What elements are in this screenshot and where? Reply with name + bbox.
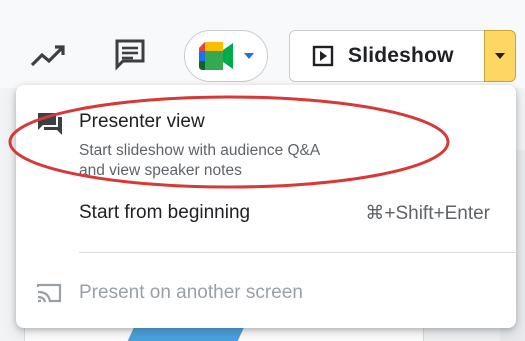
- menu-item-presenter-view[interactable]: Presenter view Start slideshow with audi…: [16, 105, 516, 183]
- slideshow-label: Slideshow: [348, 44, 454, 67]
- slide-shape: [125, 326, 245, 341]
- cast-icon: [36, 283, 62, 303]
- google-meet-icon: [199, 42, 233, 70]
- meet-button[interactable]: [184, 30, 268, 82]
- start-from-beginning-label: Start from beginning: [79, 202, 251, 223]
- menu-divider: [79, 252, 516, 253]
- slideshow-menu: Presenter view Start slideshow with audi…: [16, 85, 516, 328]
- explore-button[interactable]: [26, 38, 70, 74]
- caret-down-icon: [495, 53, 505, 59]
- trending-up-icon: [30, 45, 65, 67]
- app-stage: Slideshow Presenter view Start slideshow…: [0, 0, 525, 341]
- presenter-view-icon: [38, 113, 62, 135]
- presenter-view-description-line2: and view speaker notes: [79, 162, 242, 179]
- chevron-down-icon: [244, 53, 254, 59]
- menu-item-present-on-another-screen[interactable]: Present on another screen: [16, 273, 516, 313]
- presenter-view-label: Presenter view: [79, 111, 205, 132]
- presenter-view-description-line1: Start slideshow with audience Q&A: [79, 142, 321, 159]
- slideshow-options-button[interactable]: [484, 30, 516, 82]
- play-icon: [312, 45, 334, 67]
- comment-icon: [115, 39, 145, 71]
- slideshow-button[interactable]: Slideshow: [289, 30, 485, 82]
- toolbar: Slideshow: [0, 0, 525, 88]
- menu-item-start-from-beginning[interactable]: Start from beginning ⌘+Shift+Enter: [16, 193, 516, 233]
- present-on-another-screen-label: Present on another screen: [79, 282, 303, 303]
- comment-button[interactable]: [108, 34, 152, 74]
- start-from-beginning-shortcut: ⌘+Shift+Enter: [365, 203, 490, 224]
